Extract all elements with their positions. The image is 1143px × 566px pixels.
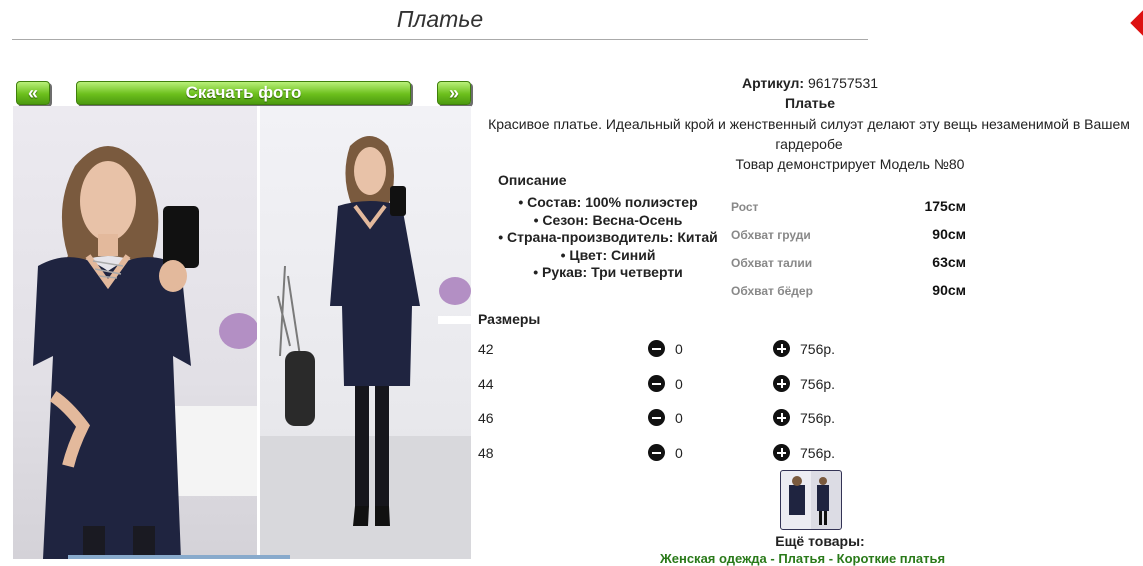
measurement-value: 90см <box>932 226 966 242</box>
size-value: 42 <box>478 341 494 357</box>
plus-icon[interactable] <box>773 444 790 461</box>
measurement-label: Рост <box>731 200 759 214</box>
product-name: Платье <box>785 95 835 111</box>
quantity-value: 0 <box>675 410 683 426</box>
product-photo[interactable] <box>13 106 471 559</box>
size-row-44: 44 0 756р. <box>478 373 878 395</box>
photo-thumbnail[interactable] <box>780 470 842 530</box>
photo-scrollbar[interactable] <box>68 555 290 559</box>
prev-photo-button[interactable]: « <box>16 81 50 105</box>
measurement-row: Обхват талии 63см <box>731 254 971 282</box>
model-front-illustration <box>33 146 259 559</box>
quantity-value: 0 <box>675 445 683 461</box>
size-value: 46 <box>478 410 494 426</box>
description-list: Состав: 100% полиэстер Сезон: Весна-Осен… <box>478 194 738 282</box>
quantity-value: 0 <box>675 341 683 357</box>
product-description: Красивое платье. Идеальный крой и женств… <box>488 116 1130 152</box>
download-photo-button[interactable]: Скачать фото <box>76 81 411 105</box>
photo-right-pane <box>260 106 471 559</box>
measurement-label: Обхват бёдер <box>731 284 813 298</box>
page-title: Платье <box>396 6 484 32</box>
description-item-season: Сезон: Весна-Осень <box>478 212 738 230</box>
article-value: 961757531 <box>807 75 879 91</box>
price-value: 756р. <box>800 445 836 461</box>
description-item-country: Страна-производитель: Китай <box>478 229 738 247</box>
next-photo-button[interactable]: » <box>437 81 471 105</box>
corner-badge-icon[interactable] <box>1130 10 1143 36</box>
measurement-value: 175см <box>924 198 966 214</box>
price-value: 756р. <box>800 341 836 357</box>
plus-icon[interactable] <box>773 340 790 357</box>
size-value: 44 <box>478 376 494 392</box>
description-item-color: Цвет: Синий <box>478 247 738 265</box>
minus-icon[interactable] <box>648 409 665 426</box>
price-value: 756р. <box>800 410 836 426</box>
measurement-row: Обхват бёдер 90см <box>731 282 971 310</box>
minus-icon[interactable] <box>648 340 665 357</box>
description-item-sleeve: Рукав: Три четверти <box>478 264 738 282</box>
quantity-value: 0 <box>675 376 683 392</box>
price-value: 756р. <box>800 376 836 392</box>
plus-icon[interactable] <box>773 409 790 426</box>
measurement-row: Обхват груди 90см <box>731 226 971 254</box>
model-note: Товар демонстрирует Модель №80 <box>735 156 965 172</box>
sizes-heading: Размеры <box>478 311 541 327</box>
title-divider <box>12 39 868 40</box>
measurement-row: Рост 175см <box>731 198 971 226</box>
photo-left-pane <box>13 106 259 559</box>
measurement-label: Обхват груди <box>731 228 811 242</box>
thumbnail-image <box>789 476 829 525</box>
more-products-heading: Ещё товары: <box>775 533 865 549</box>
measurements-table: Рост 175см Обхват груди 90см Обхват тали… <box>731 198 971 310</box>
measurement-label: Обхват талии <box>731 256 813 270</box>
measurement-value: 90см <box>932 282 966 298</box>
measurement-value: 63см <box>932 254 966 270</box>
plus-icon[interactable] <box>773 375 790 392</box>
minus-icon[interactable] <box>648 375 665 392</box>
article-label: Артикул: <box>741 75 805 91</box>
description-heading: Описание <box>498 172 567 188</box>
size-value: 48 <box>478 445 494 461</box>
size-row-42: 42 0 756р. <box>478 338 878 360</box>
description-item-composition: Состав: 100% полиэстер <box>478 194 738 212</box>
size-row-48: 48 0 756р. <box>478 442 878 464</box>
minus-icon[interactable] <box>648 444 665 461</box>
model-full-illustration <box>260 136 471 559</box>
size-row-46: 46 0 756р. <box>478 407 878 429</box>
article: Артикул: 961757531 <box>600 75 1020 91</box>
